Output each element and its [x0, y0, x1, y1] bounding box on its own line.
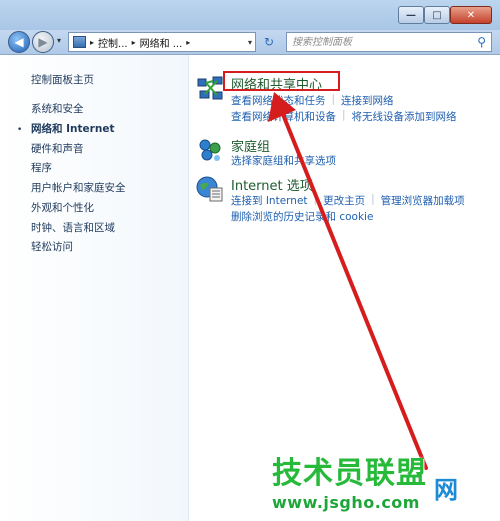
watermark-net: 网 — [434, 476, 458, 504]
annotation-arrow — [268, 92, 428, 470]
watermark-url: www.jsgho.com — [272, 493, 420, 512]
watermark-title: 技术员联盟 — [272, 456, 427, 491]
